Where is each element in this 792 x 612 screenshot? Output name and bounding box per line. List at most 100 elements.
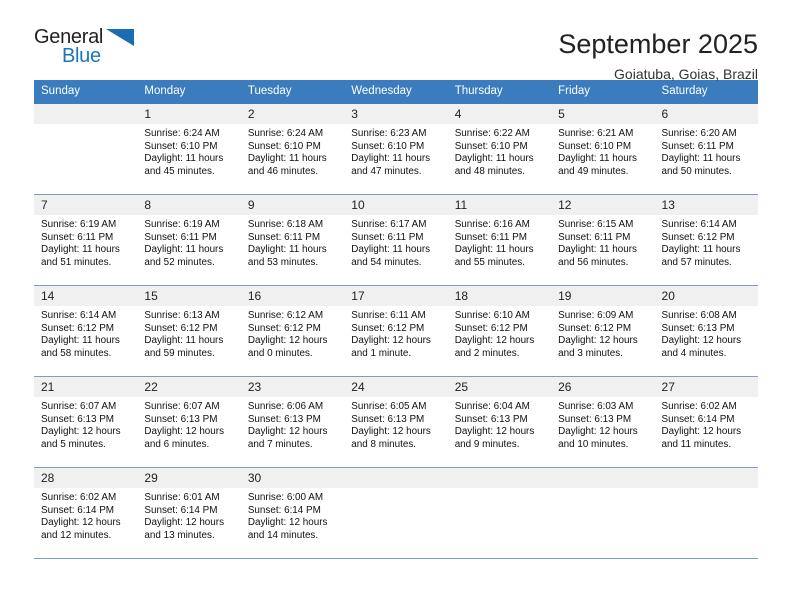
sunset-time: Sunset: 6:14 PM bbox=[144, 504, 218, 516]
sunset-time: Sunset: 6:10 PM bbox=[351, 140, 425, 152]
weekday-header-friday: Friday bbox=[551, 80, 655, 104]
day-sun-info: Sunrise: 6:14 AM Sunset: 6:12 PM Daylight:… bbox=[34, 306, 137, 360]
day-number: 28 bbox=[34, 468, 138, 488]
calendar-day-cell[interactable]: 17 Sunrise: 6:11 AM Sunset: 6:12 PM Dayligh… bbox=[344, 285, 448, 377]
day-sun-info: Sunrise: 6:02 AM Sunset: 6:14 PM Daylight:… bbox=[655, 397, 758, 451]
day-number: 14 bbox=[34, 286, 138, 306]
sunset-time: Sunset: 6:13 PM bbox=[41, 413, 115, 425]
daylight-duration-line2: and 2 minutes. bbox=[454, 347, 520, 359]
weekday-header-row: Sunday Monday Tuesday Wednesday Thursday… bbox=[34, 80, 758, 104]
calendar-day-cell[interactable]: 14 Sunrise: 6:14 AM Sunset: 6:12 PM Dayligh… bbox=[34, 285, 138, 377]
calendar-day-cell[interactable]: 21 Sunrise: 6:07 AM Sunset: 6:13 PM Dayligh… bbox=[34, 376, 138, 468]
daylight-duration-line2: and 54 minutes. bbox=[351, 256, 422, 268]
day-sun-info: Sunrise: 6:08 AM Sunset: 6:13 PM Daylight:… bbox=[655, 306, 758, 360]
calendar-day-cell[interactable]: 11 Sunrise: 6:16 AM Sunset: 6:11 PM Dayligh… bbox=[447, 194, 552, 286]
calendar-day-cell[interactable]: 6 Sunrise: 6:20 AM Sunset: 6:11 PM Daylight… bbox=[654, 104, 758, 195]
day-cell-content: 10 Sunrise: 6:17 AM Sunset: 6:11 PM Dayligh… bbox=[344, 195, 448, 285]
calendar-day-cell[interactable]: 25 Sunrise: 6:04 AM Sunset: 6:13 PM Dayligh… bbox=[447, 376, 552, 468]
daylight-duration-line2: and 3 minutes. bbox=[558, 347, 623, 359]
calendar-day-cell[interactable]: 8 Sunrise: 6:19 AM Sunset: 6:11 PM Daylight… bbox=[137, 194, 241, 286]
calendar-week-row: 7 Sunrise: 6:19 AM Sunset: 6:11 PM Daylight… bbox=[34, 194, 758, 286]
day-number bbox=[447, 468, 552, 488]
calendar-day-cell[interactable]: 27 Sunrise: 6:02 AM Sunset: 6:14 PM Dayligh… bbox=[654, 376, 758, 468]
calendar-day-cell bbox=[654, 467, 758, 559]
calendar-day-cell bbox=[447, 467, 552, 559]
sunset-time: Sunset: 6:10 PM bbox=[247, 140, 321, 152]
daylight-duration-line1: Daylight: 11 hours bbox=[144, 244, 224, 256]
calendar-day-cell[interactable]: 22 Sunrise: 6:07 AM Sunset: 6:13 PM Dayligh… bbox=[137, 376, 241, 468]
day-cell-content bbox=[551, 468, 655, 558]
sunrise-time: Sunrise: 6:20 AM bbox=[661, 128, 737, 139]
day-number: 7 bbox=[34, 195, 138, 215]
calendar-day-cell[interactable]: 4 Sunrise: 6:22 AM Sunset: 6:10 PM Daylight… bbox=[447, 104, 552, 195]
day-cell-content: 29 Sunrise: 6:01 AM Sunset: 6:14 PM Dayligh… bbox=[137, 468, 241, 558]
day-number: 21 bbox=[34, 377, 138, 397]
triangle-icon bbox=[106, 29, 134, 46]
calendar-day-cell[interactable]: 26 Sunrise: 6:03 AM Sunset: 6:13 PM Dayligh… bbox=[551, 376, 655, 468]
calendar-day-cell[interactable]: 16 Sunrise: 6:12 AM Sunset: 6:12 PM Dayligh… bbox=[240, 285, 345, 377]
calendar-day-cell[interactable]: 12 Sunrise: 6:15 AM Sunset: 6:11 PM Dayligh… bbox=[551, 194, 655, 286]
day-sun-info: Sunrise: 6:24 AM Sunset: 6:10 PM Daylight:… bbox=[137, 124, 240, 178]
daylight-duration-line2: and 11 minutes. bbox=[661, 438, 732, 450]
daylight-duration-line1: Daylight: 11 hours bbox=[41, 335, 120, 347]
day-cell-content: 18 Sunrise: 6:10 AM Sunset: 6:12 PM Dayligh… bbox=[447, 286, 552, 376]
general-blue-logo[interactable]: General Blue bbox=[34, 26, 144, 72]
calendar-day-cell[interactable]: 10 Sunrise: 6:17 AM Sunset: 6:11 PM Dayligh… bbox=[344, 194, 448, 286]
day-sun-info: Sunrise: 6:12 AM Sunset: 6:12 PM Daylight:… bbox=[241, 306, 344, 360]
calendar-day-cell[interactable]: 29 Sunrise: 6:01 AM Sunset: 6:14 PM Dayligh… bbox=[137, 467, 241, 559]
sunset-time: Sunset: 6:11 PM bbox=[661, 140, 734, 152]
calendar-day-cell[interactable]: 9 Sunrise: 6:18 AM Sunset: 6:11 PM Daylight… bbox=[240, 194, 345, 286]
day-sun-info: Sunrise: 6:22 AM Sunset: 6:10 PM Daylight:… bbox=[448, 124, 551, 178]
sunrise-time: Sunrise: 6:09 AM bbox=[558, 310, 634, 321]
day-cell-content: 5 Sunrise: 6:21 AM Sunset: 6:10 PM Daylight… bbox=[551, 104, 655, 194]
calendar-day-cell[interactable]: 5 Sunrise: 6:21 AM Sunset: 6:10 PM Daylight… bbox=[551, 104, 655, 195]
day-number: 9 bbox=[240, 195, 345, 215]
daylight-duration-line1: Daylight: 11 hours bbox=[41, 244, 120, 256]
calendar-day-cell[interactable]: 1 Sunrise: 6:24 AM Sunset: 6:10 PM Daylight… bbox=[137, 104, 241, 195]
daylight-duration-line2: and 50 minutes. bbox=[661, 165, 732, 177]
day-cell-content: 9 Sunrise: 6:18 AM Sunset: 6:11 PM Daylight… bbox=[240, 195, 345, 285]
daylight-duration-line1: Daylight: 12 hours bbox=[454, 335, 535, 347]
sunrise-time: Sunrise: 6:23 AM bbox=[351, 128, 427, 139]
daylight-duration-line2: and 57 minutes. bbox=[661, 256, 732, 268]
sunset-time: Sunset: 6:10 PM bbox=[454, 140, 528, 152]
day-number: 26 bbox=[551, 377, 655, 397]
calendar-day-cell[interactable]: 24 Sunrise: 6:05 AM Sunset: 6:13 PM Dayligh… bbox=[344, 376, 448, 468]
day-cell-content: 4 Sunrise: 6:22 AM Sunset: 6:10 PM Daylight… bbox=[447, 104, 552, 194]
sunrise-time: Sunrise: 6:04 AM bbox=[454, 401, 530, 412]
daylight-duration-line1: Daylight: 12 hours bbox=[454, 426, 535, 438]
daylight-duration-line1: Daylight: 12 hours bbox=[247, 335, 328, 347]
daylight-duration-line1: Daylight: 12 hours bbox=[247, 426, 328, 438]
calendar-day-cell[interactable]: 30 Sunrise: 6:00 AM Sunset: 6:14 PM Dayligh… bbox=[240, 467, 345, 559]
day-cell-content: 6 Sunrise: 6:20 AM Sunset: 6:11 PM Daylight… bbox=[654, 104, 758, 194]
sunrise-time: Sunrise: 6:19 AM bbox=[144, 219, 220, 230]
sunset-time: Sunset: 6:12 PM bbox=[558, 322, 632, 334]
daylight-duration-line2: and 14 minutes. bbox=[247, 529, 319, 541]
calendar-day-cell[interactable]: 13 Sunrise: 6:14 AM Sunset: 6:12 PM Dayligh… bbox=[654, 194, 758, 286]
calendar-day-cell[interactable]: 2 Sunrise: 6:24 AM Sunset: 6:10 PM Daylight… bbox=[240, 104, 345, 195]
day-number: 23 bbox=[240, 377, 345, 397]
calendar-day-cell[interactable]: 18 Sunrise: 6:10 AM Sunset: 6:12 PM Dayligh… bbox=[447, 285, 552, 377]
calendar-day-cell[interactable]: 3 Sunrise: 6:23 AM Sunset: 6:10 PM Daylight… bbox=[344, 104, 448, 195]
day-sun-info: Sunrise: 6:03 AM Sunset: 6:13 PM Daylight:… bbox=[551, 397, 654, 451]
day-number: 2 bbox=[240, 104, 345, 124]
daylight-duration-line2: and 59 minutes. bbox=[144, 347, 215, 359]
calendar-day-cell[interactable]: 7 Sunrise: 6:19 AM Sunset: 6:11 PM Daylight… bbox=[34, 194, 138, 286]
daylight-duration-line2: and 47 minutes. bbox=[351, 165, 422, 177]
sunrise-time: Sunrise: 6:11 AM bbox=[351, 310, 426, 321]
day-number: 20 bbox=[654, 286, 758, 306]
calendar-day-cell[interactable]: 15 Sunrise: 6:13 AM Sunset: 6:12 PM Dayligh… bbox=[137, 285, 241, 377]
daylight-duration-line2: and 5 minutes. bbox=[41, 438, 106, 450]
weekday-header-monday: Monday bbox=[137, 80, 241, 104]
calendar-day-cell[interactable]: 19 Sunrise: 6:09 AM Sunset: 6:12 PM Dayligh… bbox=[551, 285, 655, 377]
calendar-day-cell[interactable]: 28 Sunrise: 6:02 AM Sunset: 6:14 PM Dayligh… bbox=[34, 467, 138, 559]
daylight-duration-line1: Daylight: 11 hours bbox=[247, 244, 327, 256]
calendar-day-cell[interactable]: 20 Sunrise: 6:08 AM Sunset: 6:13 PM Dayligh… bbox=[654, 285, 758, 377]
day-sun-info: Sunrise: 6:15 AM Sunset: 6:11 PM Daylight:… bbox=[551, 215, 654, 269]
page-masthead: General Blue September 2025 Goiatuba, Go… bbox=[34, 0, 758, 82]
day-cell-content: 19 Sunrise: 6:09 AM Sunset: 6:12 PM Dayligh… bbox=[551, 286, 655, 376]
sunset-time: Sunset: 6:12 PM bbox=[247, 322, 321, 334]
sunrise-time: Sunrise: 6:07 AM bbox=[41, 401, 117, 412]
day-cell-content: 12 Sunrise: 6:15 AM Sunset: 6:11 PM Dayligh… bbox=[551, 195, 655, 285]
calendar-day-cell[interactable]: 23 Sunrise: 6:06 AM Sunset: 6:13 PM Dayligh… bbox=[240, 376, 345, 468]
